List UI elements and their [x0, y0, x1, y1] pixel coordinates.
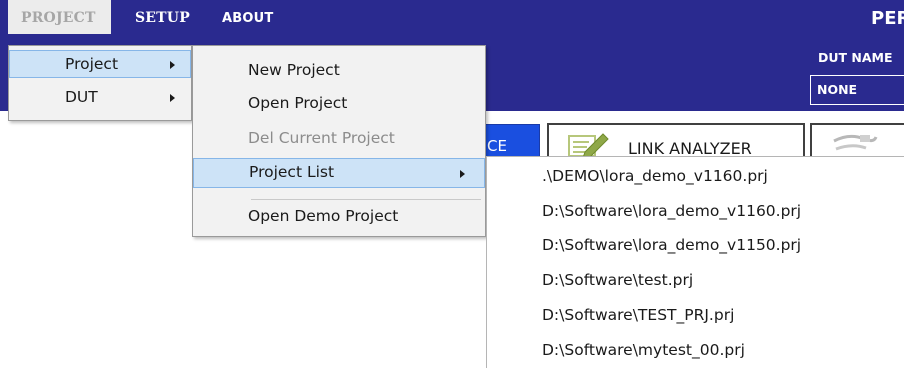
dut-name-field[interactable]: NONE: [810, 75, 904, 105]
project-list-item[interactable]: D:\Software\lora_demo_v1160.prj: [542, 202, 801, 220]
chevron-right-icon: [170, 61, 175, 69]
menu-about[interactable]: ABOUT: [222, 0, 273, 34]
open-demo-project-label: Open Demo Project: [248, 207, 399, 225]
cable-icon: [833, 134, 878, 151]
menu-item-dut-label: DUT: [65, 88, 98, 106]
del-current-project-label: Del Current Project: [248, 129, 395, 147]
menu-item-del-current-project: Del Current Project: [193, 126, 485, 152]
app-title: PER: [871, 8, 904, 29]
project-list-item[interactable]: D:\Software\test.prj: [542, 271, 693, 289]
menu-item-open-demo-project[interactable]: Open Demo Project: [193, 204, 485, 230]
chevron-right-icon: [460, 170, 465, 178]
project-list-label: Project List: [249, 163, 335, 181]
menu-project[interactable]: PROJECT: [8, 0, 111, 34]
menu-setup[interactable]: SETUP: [135, 0, 190, 34]
project-list-item[interactable]: D:\Software\lora_demo_v1150.prj: [542, 236, 801, 254]
chevron-right-icon: [170, 94, 175, 102]
menu-item-new-project[interactable]: New Project: [193, 58, 485, 84]
new-project-label: New Project: [248, 61, 340, 79]
project-submenu: New Project Open Project Del Current Pro…: [192, 45, 486, 237]
tool-button-blue-label: CE: [487, 137, 507, 155]
menu-item-open-project[interactable]: Open Project: [193, 91, 485, 117]
project-list-item[interactable]: .\DEMO\lora_demo_v1160.prj: [542, 167, 768, 185]
menubar: PROJECT SETUP ABOUT PER: [0, 0, 904, 34]
project-list-item[interactable]: D:\Software\TEST_PRJ.prj: [542, 306, 734, 324]
dut-name-label: DUT NAME: [818, 50, 893, 65]
open-project-label: Open Project: [248, 94, 348, 112]
menu-separator: [251, 199, 481, 200]
menu-item-project[interactable]: Project: [9, 50, 191, 78]
menu-item-dut[interactable]: DUT: [9, 83, 191, 111]
menu-item-project-list[interactable]: Project List: [193, 158, 485, 188]
project-list-menu: .\DEMO\lora_demo_v1160.prj D:\Software\l…: [486, 156, 904, 368]
project-menu: Project DUT: [8, 45, 192, 121]
project-list-item[interactable]: D:\Software\mytest_00.prj: [542, 341, 745, 359]
menu-item-project-label: Project: [65, 55, 119, 73]
